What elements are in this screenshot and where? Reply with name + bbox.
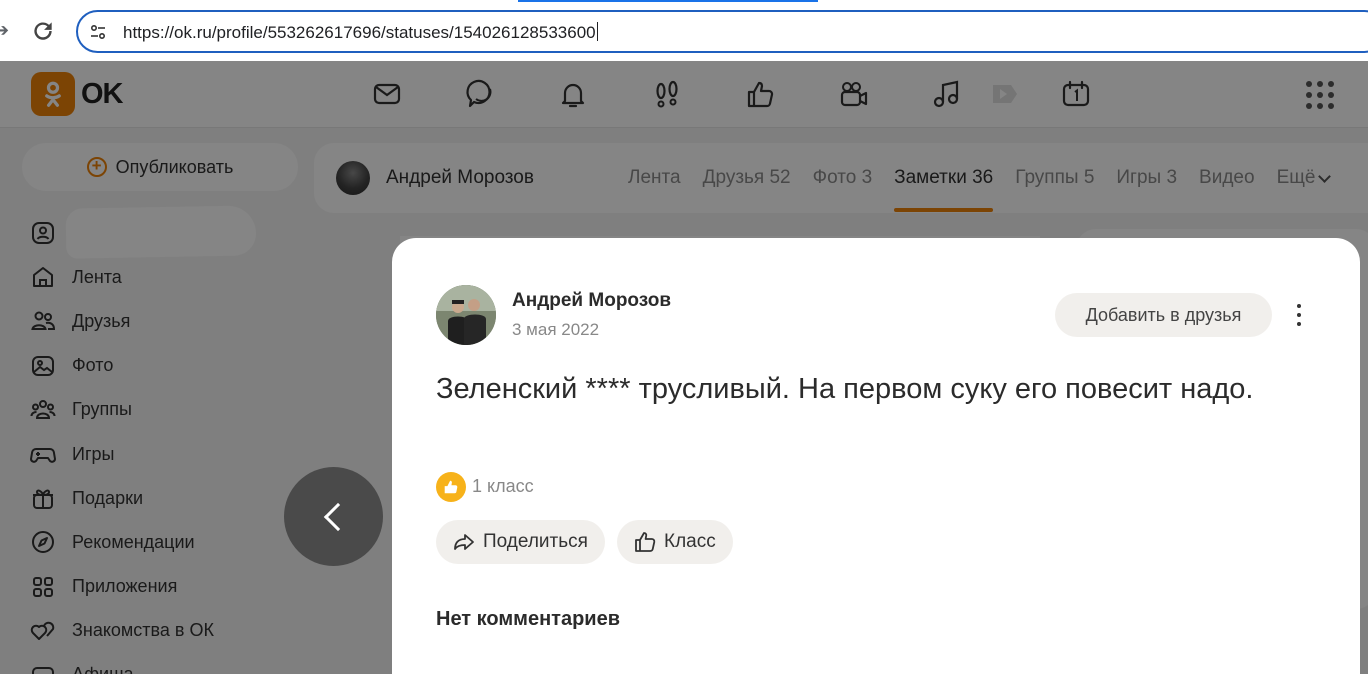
post-text: Зеленский **** трусливый. На первом суку…	[436, 373, 1254, 405]
post-date[interactable]: 3 мая 2022	[512, 320, 599, 340]
share-icon	[454, 534, 474, 550]
active-tab-indicator	[518, 0, 818, 2]
class-button[interactable]: Класс	[617, 520, 733, 564]
reload-icon[interactable]	[30, 18, 56, 44]
site-settings-icon[interactable]	[89, 23, 107, 41]
author-avatar[interactable]	[436, 285, 496, 345]
browser-toolbar: ➔ https://ok.ru/profile/553262617696/sta…	[0, 0, 1368, 61]
class-badge-icon	[436, 472, 466, 502]
post-author[interactable]: Андрей Морозов	[512, 290, 671, 312]
no-comments-label: Нет комментариев	[436, 608, 620, 630]
post-modal: Андрей Морозов 3 мая 2022 Добавить в дру…	[392, 238, 1360, 674]
address-bar[interactable]: https://ok.ru/profile/553262617696/statu…	[76, 10, 1368, 53]
class-count[interactable]: 1 класс	[472, 476, 534, 497]
chevron-left-icon	[323, 502, 352, 531]
back-button[interactable]	[284, 467, 383, 566]
share-label: Поделиться	[483, 531, 588, 552]
add-friend-button[interactable]: Добавить в друзья	[1055, 293, 1272, 337]
more-options-icon[interactable]	[1295, 304, 1303, 326]
share-button[interactable]: Поделиться	[436, 520, 605, 564]
class-label: Класс	[664, 531, 716, 552]
thumbs-up-icon	[635, 532, 656, 552]
url-text[interactable]: https://ok.ru/profile/553262617696/statu…	[123, 22, 598, 43]
forward-icon[interactable]: ➔	[0, 20, 10, 40]
